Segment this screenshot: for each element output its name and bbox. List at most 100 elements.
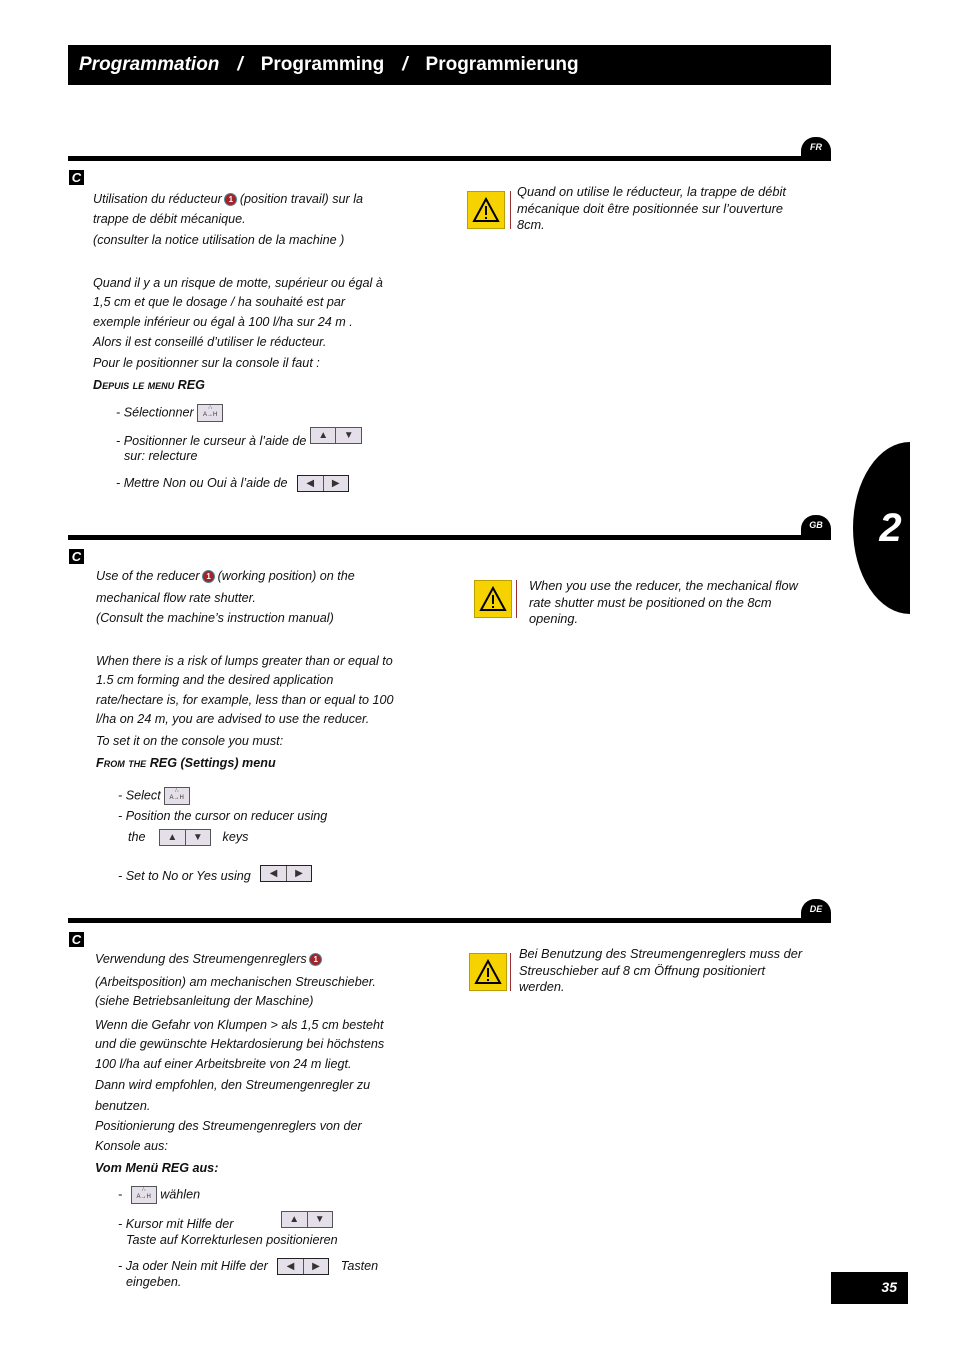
section-marker: C [69, 170, 84, 185]
fr-body: Utilisation du réducteur 1 (position tra… [93, 190, 423, 396]
info-marker-icon: 1 [310, 954, 322, 966]
gb-note: (Consult the machine’s instruction manua… [96, 611, 334, 625]
fr-step-cursor: - Positionner le curseur à l’aide de ▲ ▼ [116, 427, 362, 450]
header-title-gb: Programming [260, 54, 385, 75]
step-label: - Ja oder Nein mit Hilfe der [118, 1258, 268, 1273]
key-glyph: A→H [136, 1194, 151, 1200]
step-label: sur: relecture [124, 449, 198, 463]
de-menu-title: Vom Menü REG aus: [95, 1161, 219, 1175]
de-paragraph-line: Konsole aus: [95, 1138, 168, 1153]
down-arrow-icon: ▼ [335, 428, 361, 443]
warning-divider [510, 191, 511, 229]
gb-paragraph-line: l/ha on 24 m, you are advised to use the… [96, 712, 370, 726]
fr-paragraph-line: 1,5 cm et que le dosage / ha souhaité es… [93, 295, 346, 309]
gb-body: Use of the reducer 1 (working position) … [96, 567, 436, 774]
up-arrow-icon: ▲ [318, 430, 329, 441]
de-steps: - ∴ A→H wählen - Kursor mit Hilfe der ▲ ▼ … [0, 0, 954, 1289]
right-arrow-icon: ▶ [302, 1259, 329, 1274]
select-key-icon: ∴ A→H [197, 404, 224, 422]
fr-paragraph-line: Alors il est conseillé d’utiliser le réd… [93, 335, 327, 349]
left-right-keys-icon: ◀ ▶ [277, 1258, 330, 1275]
section-divider [68, 918, 831, 923]
left-right-keys-icon: ◀ ▶ [297, 475, 350, 492]
fr-menu-title: Depuis le menu REG [93, 376, 423, 396]
step-label: - Set to No or Yes using [118, 868, 251, 883]
de-step-toggle: - Ja oder Nein mit Hilfe der ◀ ▶ Tasten [118, 1258, 378, 1275]
fr-note: (consulter la notice utilisation de la m… [93, 233, 345, 247]
de-paragraph-line: und die gewünschte Hektardosierung bei h… [95, 1037, 385, 1051]
gb-paragraph-line: To set it on the console you must: [96, 733, 284, 748]
fr-intro-cont: (position travail) sur la [239, 192, 363, 206]
de-intro-line: (Arbeitsposition) am mechanischen Streus… [95, 974, 376, 989]
de-body: Verwendung des Streumengenreglers 1 (Arb… [95, 950, 435, 1179]
step-label: Tasten [340, 1258, 379, 1273]
right-arrow-icon: ▶ [285, 866, 312, 881]
down-arrow-icon: ▼ [306, 1212, 333, 1227]
up-down-keys-icon: ▲ ▼ [281, 1211, 333, 1228]
step-label: keys [222, 829, 249, 844]
gb-paragraph-line: rate/hectare is, for example, less than … [96, 692, 394, 707]
step-label: - [118, 1187, 123, 1202]
warning-divider [516, 580, 517, 618]
step-label: - Positionner le curseur à l’aide de [116, 433, 307, 448]
page-header: Programmation / Programming / Programmierung [68, 45, 831, 85]
step-label: wählen [160, 1187, 201, 1202]
up-down-keys-icon: ▲ ▼ [159, 829, 212, 846]
info-marker-icon: 1 [225, 194, 237, 206]
section-divider [68, 156, 831, 161]
up-arrow-icon: ▲ [167, 832, 178, 843]
de-paragraph-line: Dann wird empfohlen, den Streumengenregl… [95, 1078, 371, 1092]
step-label: - Mettre Non ou Oui à l’aide de [116, 475, 288, 490]
warning-icon [469, 953, 507, 991]
step-label: Taste auf Korrekturlesen positionieren [126, 1233, 338, 1247]
language-tab-gb: GB [801, 515, 831, 537]
step-label: the [128, 829, 146, 844]
step-label: eingeben. [126, 1275, 182, 1289]
warning-icon [474, 580, 512, 618]
fr-paragraph-line: Quand il y a un risque de motte, supérie… [93, 275, 383, 290]
warning-icon [467, 191, 505, 229]
select-key-icon: ∴ A→H [130, 1186, 157, 1204]
warning-divider [510, 953, 511, 991]
step-label: - Select [118, 788, 161, 803]
gb-intro-line: mechanical flow rate shutter. [96, 590, 256, 605]
header-separator: / [402, 54, 408, 75]
gb-intro: Use of the reducer [96, 569, 200, 583]
de-paragraph-line: Wenn die Gefahr von Klumpen > als 1,5 cm… [95, 1017, 384, 1032]
section-marker: C [69, 549, 84, 564]
header-title-de: Programmierung [425, 54, 579, 75]
fr-menu-title-sc: Depuis le menu [93, 378, 175, 392]
fr-step-toggle: - Mettre Non ou Oui à l’aide de ◀ ▶ [116, 475, 350, 492]
chapter-number: 2 [879, 505, 902, 550]
fr-intro: Utilisation du réducteur [93, 192, 222, 206]
de-paragraph-line: Positionierung des Streumengenreglers vo… [95, 1119, 362, 1133]
left-arrow-icon: ◀ [306, 478, 315, 489]
gb-paragraph-line: 1.5 cm forming and the desired applicati… [96, 673, 334, 687]
info-marker-icon: 1 [203, 571, 215, 583]
header-separator: / [237, 54, 243, 75]
de-note: (siehe Betriebsanleitung der Maschine) [95, 994, 314, 1008]
gb-step-select: - Select ∴ A→H [118, 787, 190, 805]
gb-paragraph-line: When there is a risk of lumps greater th… [96, 653, 393, 668]
gb-menu-title-sc: From the [96, 756, 147, 770]
page-number: 35 [831, 1272, 908, 1304]
step-label: - Position the cursor on reducer using [118, 809, 328, 823]
select-key-icon: ∴ A→H [163, 787, 190, 805]
key-glyph: A→H [169, 795, 184, 801]
left-right-keys-icon: ◀ ▶ [260, 865, 313, 882]
gb-menu-title-reg: REG (Settings) menu [149, 756, 276, 770]
fr-paragraph-line: Pour le positionner sur la console il fa… [93, 355, 320, 370]
up-down-keys-icon: ▲ ▼ [309, 427, 362, 444]
de-paragraph-line: 100 l/ha auf einer Arbeitsbreite von 24 … [95, 1056, 352, 1071]
section-divider [68, 535, 831, 540]
de-warning-text: Bei Benutzung des Streumengenreglers mus… [519, 946, 803, 994]
right-arrow-icon: ▶ [322, 476, 349, 491]
fr-paragraph-line: exemple inférieur ou égal à 100 l/ha sur… [93, 314, 353, 329]
step-label: - Sélectionner [116, 405, 194, 420]
gb-step-toggle: - Set to No or Yes using ◀ ▶ [118, 865, 313, 885]
down-arrow-icon: ▼ [184, 830, 211, 845]
left-arrow-icon: ◀ [269, 868, 278, 879]
key-glyph: A→H [203, 412, 218, 418]
de-paragraph-line: benutzen. [95, 1098, 151, 1113]
fr-warning-text: Quand on utilise le réducteur, la trappe… [517, 184, 786, 232]
